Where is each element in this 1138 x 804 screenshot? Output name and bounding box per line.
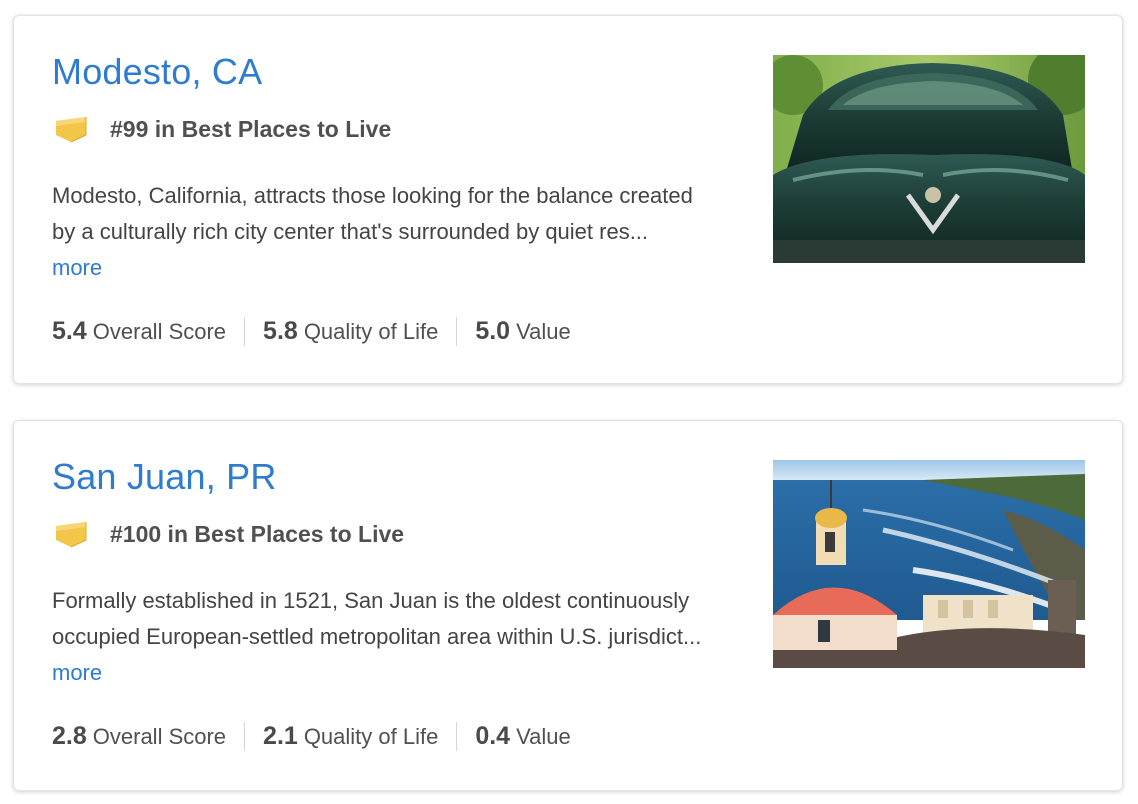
score-label: Value (516, 318, 571, 344)
value-score: 0.4 Value (456, 721, 588, 751)
description: Modesto, California, attracts those look… (52, 178, 702, 286)
score-value: 2.8 (52, 721, 87, 750)
score-row: 2.8 Overall Score 2.1 Quality of Life 0.… (52, 719, 589, 753)
score-label: Overall Score (92, 723, 227, 749)
description-text: Formally established in 1521, San Juan i… (52, 588, 702, 649)
vintage-car-photo[interactable] (773, 55, 1085, 263)
rank-text: #99 in Best Places to Live (110, 115, 392, 142)
quality-of-life-score: 2.1 Quality of Life (244, 721, 456, 751)
listing-card: San Juan, PR #100 in Best Places to Live… (13, 420, 1123, 791)
score-label: Overall Score (92, 318, 227, 344)
city-title-link[interactable]: Modesto, CA (52, 50, 262, 94)
rank-row: #99 in Best Places to Live (54, 114, 391, 144)
overall-score: 2.8 Overall Score (52, 722, 244, 751)
rank-text: #100 in Best Places to Live (110, 520, 405, 547)
overall-score: 5.4 Overall Score (52, 317, 244, 346)
score-row: 5.4 Overall Score 5.8 Quality of Life 5.… (52, 314, 589, 348)
more-link[interactable]: more (52, 255, 102, 280)
score-value: 5.8 (263, 316, 298, 345)
value-score: 5.0 Value (456, 316, 588, 346)
quality-of-life-score: 5.8 Quality of Life (244, 316, 456, 346)
score-value: 0.4 (475, 721, 511, 750)
coastal-dome-photo[interactable] (773, 460, 1085, 668)
more-link[interactable]: more (52, 660, 102, 685)
score-value: 5.4 (52, 316, 87, 345)
ranking-badge-icon (54, 520, 88, 548)
score-label: Quality of Life (303, 723, 439, 749)
score-label: Quality of Life (303, 318, 439, 344)
rank-row: #100 in Best Places to Live (54, 519, 404, 549)
score-value: 5.0 (475, 316, 511, 345)
listing-card: Modesto, CA #99 in Best Places to Live M… (13, 15, 1123, 384)
score-label: Value (516, 723, 571, 749)
city-title-link[interactable]: San Juan, PR (52, 455, 277, 499)
description: Formally established in 1521, San Juan i… (52, 583, 702, 691)
description-text: Modesto, California, attracts those look… (52, 183, 693, 244)
ranking-badge-icon (54, 115, 88, 143)
score-value: 2.1 (263, 721, 298, 750)
